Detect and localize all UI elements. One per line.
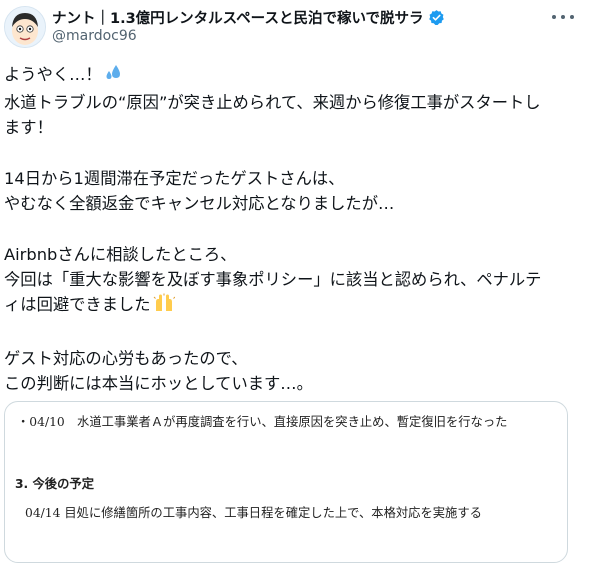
tweet-line: 14日から1週間滞在予定だったゲストさんは、 <box>4 169 345 188</box>
tweet-line: ようやく…！ <box>4 62 584 90</box>
tweet-line: やむなく全額返金でキャンセル対応となりましたが… <box>4 194 395 213</box>
tweet-line: ます！ <box>4 118 53 137</box>
document-entry-0414: 04/14 目処に修繕箇所の工事内容、工事日程を確定した上で、本格対応を実施する <box>25 506 482 520</box>
tweet-line: ィは回避できました <box>4 292 584 320</box>
raising-hands-icon <box>153 293 175 320</box>
author-name-row[interactable]: ナント｜1.3億円レンタルスペースと民泊で稼いで脱サラ <box>52 7 445 28</box>
attached-image[interactable]: ・04/10 水道工事業者Ａが再度調査を行い、直接原因を突き止め、暫定復旧を行な… <box>4 401 568 563</box>
tweet-line: Airbnbさんに相談したところ、 <box>4 245 237 264</box>
author-display-name[interactable]: ナント｜1.3億円レンタルスペースと民泊で稼いで脱サラ <box>52 7 424 28</box>
tweet-line: 今回は「重大な影響を及ぼす事象ポリシー」に該当と認められ、ペナルテ <box>4 270 542 289</box>
document-entry-0410: ・04/10 水道工事業者Ａが再度調査を行い、直接原因を突き止め、暫定復旧を行な… <box>17 415 508 429</box>
document-section-heading: 3. 今後の予定 <box>15 477 94 491</box>
more-options-icon[interactable] <box>552 10 574 24</box>
tweet-text: ようやく…！ 水道トラブルの“原因”が突き止められて、来週から修復工事がスタート… <box>4 62 584 396</box>
verified-badge-icon <box>428 9 445 26</box>
tweet-line: 水道トラブルの“原因”が突き止められて、来週から修復工事がスタートし <box>4 93 541 112</box>
tweet-line: この判断には本当にホッとしています…。 <box>4 374 313 393</box>
author-handle[interactable]: @mardoc96 <box>52 28 137 44</box>
sweat-droplets-icon <box>104 63 124 90</box>
tweet-header: ナント｜1.3億円レンタルスペースと民泊で稼いで脱サラ @mardoc96 <box>0 0 592 52</box>
tweet-line: ゲスト対応の心労もあったので、 <box>4 349 248 368</box>
avatar[interactable] <box>4 6 46 48</box>
